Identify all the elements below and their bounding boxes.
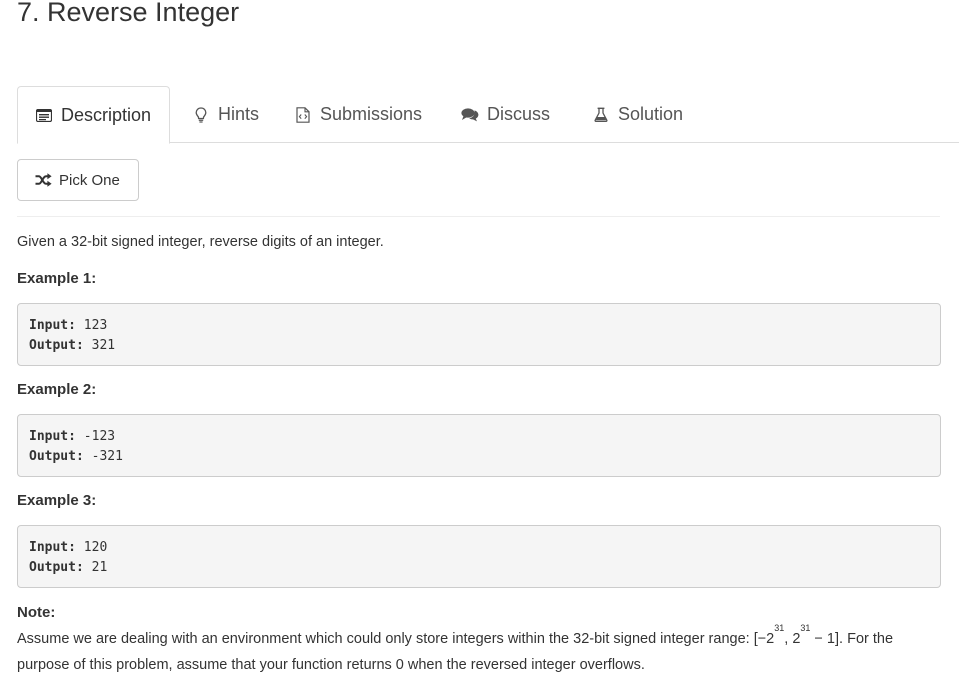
flask-icon (592, 106, 610, 124)
note-text-b: , 2 (784, 631, 801, 647)
exponent: 31 (774, 623, 785, 633)
example-3-output-line: Output: 21 (29, 558, 940, 578)
example-2-output-line: Output: -321 (29, 447, 940, 467)
note-line-2: purpose of this problem, assume that you… (17, 657, 645, 673)
page-title: 7. Reverse Integer (17, 0, 240, 27)
example-3-heading: Example 3: (17, 492, 97, 509)
input-label: Input: (29, 318, 76, 333)
output-label: Output: (29, 338, 84, 353)
example-1-output-line: Output: 321 (29, 336, 940, 356)
output-value: 21 (83, 560, 108, 575)
output-label: Output: (29, 560, 84, 575)
note-text-c: − 1]. For the (810, 631, 894, 647)
problem-intro: Given a 32-bit signed integer, reverse d… (17, 234, 384, 250)
output-value: -321 (83, 449, 123, 464)
tab-discuss[interactable]: Discuss (461, 86, 550, 143)
exponent: 31 (800, 623, 811, 633)
example-3-block: Input: 120 Output: 21 (17, 525, 941, 588)
list-alt-icon (35, 106, 53, 124)
input-value: -123 (75, 429, 116, 444)
example-3-input-line: Input: 120 (29, 538, 940, 558)
file-code-icon (294, 106, 312, 124)
content-divider (17, 216, 940, 217)
tab-hints-label: Hints (218, 104, 260, 124)
example-2-block: Input: -123 Output: -321 (17, 414, 941, 477)
input-label: Input: (29, 540, 76, 555)
input-value: 123 (75, 318, 108, 333)
tab-solution-label: Solution (618, 104, 684, 124)
tab-description-label: Description (61, 104, 152, 125)
tab-hints[interactable]: Hints (192, 86, 259, 143)
problem-tabs: Description Hints Submissions Discuss So… (17, 86, 959, 144)
comments-icon (461, 106, 479, 124)
example-1-heading: Example 1: (17, 270, 97, 287)
example-1-input-line: Input: 123 (29, 316, 940, 336)
lightbulb-icon (192, 106, 210, 124)
tab-submissions-label: Submissions (320, 104, 423, 124)
input-value: 120 (75, 540, 108, 555)
tab-solution[interactable]: Solution (592, 86, 683, 143)
tab-description[interactable]: Description (17, 86, 170, 144)
pick-one-label: Pick One (59, 171, 120, 189)
note-text: Assume we are dealing with an environmen… (17, 623, 947, 678)
output-label: Output: (29, 449, 84, 464)
pick-one-button[interactable]: Pick One (17, 159, 139, 201)
note-line-1: Assume we are dealing with an environmen… (17, 623, 947, 652)
example-1-block: Input: 123 Output: 321 (17, 303, 941, 366)
random-icon (35, 173, 52, 187)
tab-discuss-label: Discuss (487, 104, 551, 124)
example-2-heading: Example 2: (17, 381, 97, 398)
tab-submissions[interactable]: Submissions (294, 86, 422, 143)
input-label: Input: (29, 429, 76, 444)
example-2-input-line: Input: -123 (29, 427, 940, 447)
note-heading: Note: (17, 604, 56, 621)
note-text-a: Assume we are dealing with an environmen… (17, 631, 775, 647)
output-value: 321 (83, 338, 116, 353)
